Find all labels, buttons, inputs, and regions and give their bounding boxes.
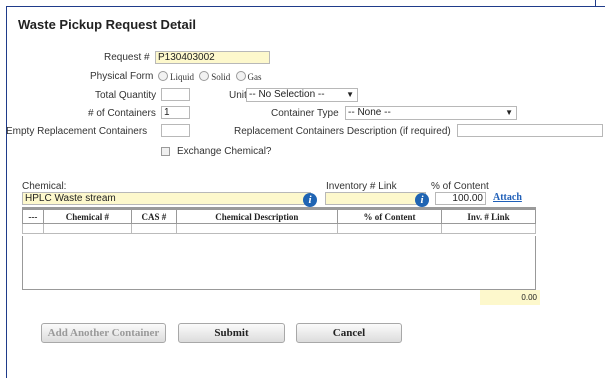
table-cell (22, 223, 44, 234)
table-cell[interactable] (175, 223, 339, 234)
table-body-area (22, 236, 536, 290)
info-icon[interactable]: i (415, 193, 429, 207)
exchange-chemical-checkbox[interactable] (161, 147, 170, 156)
container-type-selected-value: -- None -- (348, 107, 391, 118)
chevron-down-icon: ▼ (505, 108, 513, 117)
add-container-button[interactable]: Add Another Container (41, 323, 166, 343)
inventory-link-label: Inventory # Link (326, 181, 397, 192)
unit-label: Unit (229, 90, 247, 101)
table-cell[interactable] (42, 223, 133, 234)
replacement-desc-field[interactable] (457, 124, 603, 137)
container-type-label: Container Type (271, 108, 339, 119)
table-row (22, 223, 536, 234)
gas-label: Gas (247, 72, 262, 82)
frame-divider (595, 0, 596, 6)
col-percent-content: % of Content (337, 209, 442, 224)
table-cell[interactable] (441, 223, 536, 234)
unit-select[interactable]: -- No Selection -- ▼ (246, 88, 358, 102)
containers-field[interactable]: 1 (161, 106, 190, 119)
table-cell[interactable] (131, 223, 177, 234)
replacement-desc-label: Replacement Containers Description (if r… (234, 126, 451, 137)
total-quantity-label: Total Quantity (95, 90, 157, 101)
page-title: Waste Pickup Request Detail (18, 17, 196, 32)
containers-label: # of Containers (88, 108, 156, 119)
attach-link[interactable]: Attach (493, 192, 522, 203)
solid-label: Solid (211, 72, 231, 82)
percent-content-label: % of Content (431, 181, 489, 192)
liquid-radio[interactable] (158, 71, 168, 81)
percent-content-field[interactable]: 100.00 (435, 192, 486, 205)
table-cell[interactable] (337, 223, 442, 234)
exchange-chemical-label: Exchange Chemical? (177, 146, 272, 157)
percent-total: 0.00 (480, 290, 540, 305)
unit-selected-value: -- No Selection -- (249, 89, 325, 100)
col-chemical-number: Chemical # (42, 209, 133, 224)
col-chemical-description: Chemical Description (175, 209, 339, 224)
empty-replacement-label: Empty Replacement Containers (6, 126, 148, 137)
solid-radio[interactable] (199, 71, 210, 81)
inventory-link-field[interactable] (325, 192, 426, 205)
info-icon[interactable]: i (303, 193, 317, 207)
col-select: --- (22, 209, 44, 224)
empty-replacement-field[interactable] (161, 124, 190, 137)
chemical-field[interactable]: HPLC Waste stream (22, 192, 311, 205)
chemical-label: Chemical: (22, 181, 67, 192)
cancel-button[interactable]: Cancel (296, 323, 402, 343)
liquid-label: Liquid (170, 72, 194, 82)
chevron-down-icon: ▼ (346, 90, 354, 99)
table-header-row: --- Chemical # CAS # Chemical Descriptio… (22, 209, 536, 224)
total-quantity-field[interactable] (161, 88, 190, 101)
request-number-field[interactable]: P130403002 (155, 51, 270, 64)
physical-form-label: Physical Form (90, 71, 154, 82)
request-label: Request # (104, 52, 150, 63)
submit-button[interactable]: Submit (178, 323, 285, 343)
col-inventory-link: Inv. # Link (441, 209, 536, 224)
gas-radio[interactable] (235, 71, 246, 81)
col-cas-number: CAS # (131, 209, 177, 224)
container-type-select[interactable]: -- None -- ▼ (345, 106, 517, 120)
chemical-table: --- Chemical # CAS # Chemical Descriptio… (22, 209, 536, 234)
